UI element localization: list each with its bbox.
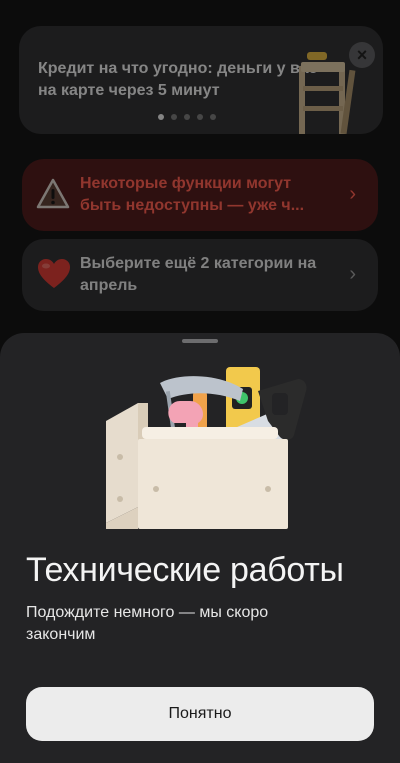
close-icon[interactable]: ×	[349, 42, 375, 68]
carousel-pager	[0, 114, 400, 120]
chevron-right-icon: ›	[349, 183, 356, 205]
categories-text: Выберите ещё 2 категории на апрель	[80, 255, 317, 294]
sheet-drag-handle[interactable]	[182, 339, 218, 343]
pager-dot	[210, 114, 216, 120]
toolbox-icon	[106, 367, 307, 529]
heart-icon	[38, 259, 70, 288]
pager-dot	[197, 114, 203, 120]
pager-dot	[158, 114, 164, 120]
alert-text: Некоторые функции могут быть недоступны …	[80, 175, 305, 214]
promo-text: Кредит на что угодно: деньги у вас на ка…	[38, 60, 318, 99]
ok-button[interactable]: Понятно	[26, 687, 374, 741]
categories-card[interactable]: Выберите ещё 2 категории на апрель ›	[22, 239, 378, 311]
sheet-title: Технические работы	[26, 551, 344, 589]
warning-icon	[36, 178, 70, 209]
pager-dot	[171, 114, 177, 120]
pager-dot	[184, 114, 190, 120]
sheet-subtitle: Подождите немного — мы скоро закончим	[26, 604, 269, 643]
service-alert-card[interactable]: Некоторые функции могут быть недоступны …	[22, 159, 378, 231]
bottom-sheet: Технические работы Подождите немного — м…	[0, 333, 400, 763]
screen: Кредит на что угодно: деньги у вас на ка…	[0, 0, 400, 763]
chevron-right-icon: ›	[349, 263, 356, 285]
